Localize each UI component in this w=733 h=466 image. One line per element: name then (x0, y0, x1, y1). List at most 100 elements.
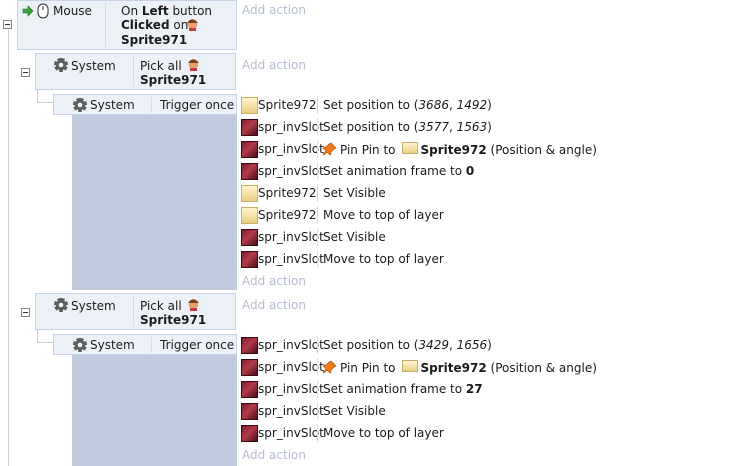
group2-condition-block[interactable]: System Pick all Sprite971 (35, 293, 236, 330)
action-text: Move to top of layer (323, 426, 444, 440)
action-x-value: 3686 (418, 98, 449, 112)
spr-invslot-icon (241, 403, 258, 420)
gear-icon (73, 98, 87, 112)
group1-sub-separator (151, 97, 152, 113)
action-x-value: 3429 (418, 338, 449, 352)
action-text: Set position to ( (323, 338, 419, 352)
action-separator (317, 358, 318, 376)
action-text: Set Visible (323, 404, 386, 418)
action-row[interactable]: spr_invSlot Move to top of layer (238, 248, 733, 270)
sprite972-icon (401, 142, 418, 154)
group1-separator (133, 56, 134, 87)
action-target: Sprite972 (420, 361, 487, 375)
action-text: ) (487, 338, 492, 352)
event1-left-text: Left (141, 4, 169, 18)
gear-icon (73, 338, 87, 352)
group2-sub-separator (151, 337, 152, 353)
action-row[interactable]: Sprite972 Set position to (3686, 1492) (238, 94, 733, 116)
spr-invslot-icon (241, 163, 258, 180)
action-description: Pin Pin to Sprite972 (Position & angle) (322, 360, 597, 375)
group2-target-name: Sprite971 (140, 313, 207, 327)
action-row[interactable]: Sprite972 Move to top of layer (238, 204, 733, 226)
spr-invslot-icon (241, 229, 258, 246)
action-separator (317, 424, 318, 442)
event1-object-name: Mouse (53, 4, 92, 18)
action-row[interactable]: spr_invSlot Pin Pin to Sprite972 (Position… (238, 138, 733, 160)
action-text: Set Visible (323, 230, 386, 244)
collapse-toggle-group2[interactable] (21, 308, 30, 317)
group2-sub-condition-text: Trigger once (160, 338, 235, 352)
tree-line (37, 90, 38, 102)
action-row[interactable]: spr_invSlot Set Visible (238, 226, 733, 248)
group1-sub-add-action[interactable]: Add action (242, 274, 306, 288)
event1-condition-block[interactable]: Mouse On Left button Clicked on Sprite97… (17, 0, 237, 50)
action-object-name: spr_invSlot (258, 338, 324, 352)
action-text: Move to top of layer (323, 208, 444, 222)
event1-on-text: On (121, 4, 142, 18)
group1-sub-condition-text: Trigger once (160, 98, 235, 112)
event1-clicked-line: Clicked on (121, 18, 188, 32)
action-row[interactable]: spr_invSlot Set animation frame to 0 (238, 160, 733, 182)
action-text: Set position to ( (323, 98, 419, 112)
spr-invslot-icon (241, 425, 258, 442)
group2-object-name: System (71, 299, 116, 313)
sprite971-icon (186, 297, 201, 312)
tree-line (8, 30, 9, 466)
group2-sub-condition-block[interactable]: System Trigger once (53, 334, 237, 355)
group2-condition-text: Pick all (140, 299, 182, 313)
sprite971-icon (185, 17, 200, 32)
group1-add-action[interactable]: Add action (242, 58, 306, 72)
action-row[interactable]: spr_invSlot Set Visible (238, 400, 733, 422)
action-separator (317, 118, 318, 136)
action-description: Set Visible (323, 186, 386, 200)
action-object-name: spr_invSlot (258, 164, 324, 178)
action-text: (Position & angle) (490, 143, 597, 157)
group1-condition-block[interactable]: System Pick all Sprite971 (35, 53, 236, 90)
action-separator (317, 336, 318, 354)
action-text: ) (487, 120, 492, 134)
group1-condition-text: Pick all (140, 59, 182, 73)
action-text: (Position & angle) (490, 361, 597, 375)
collapse-toggle-group1[interactable] (21, 68, 30, 77)
sprite972-icon (401, 360, 418, 372)
event1-target-name: Sprite971 (121, 33, 188, 47)
action-row[interactable]: spr_invSlot Move to top of layer (238, 422, 733, 444)
action-text: Set animation frame to (323, 382, 466, 396)
action-description: Set position to (3686, 1492) (323, 98, 492, 112)
action-separator (317, 228, 318, 246)
group1-sub-condition-area (72, 115, 237, 290)
event1-separator (105, 3, 106, 47)
action-row[interactable]: spr_invSlot Set animation frame to 27 (238, 378, 733, 400)
action-row[interactable]: Sprite972 Set Visible (238, 182, 733, 204)
spr-invslot-icon (241, 119, 258, 136)
collapse-toggle-event1[interactable] (3, 20, 12, 29)
group1-sub-condition-block[interactable]: System Trigger once (53, 94, 237, 115)
gear-icon (54, 298, 68, 312)
pin-icon (322, 360, 337, 374)
action-object-name: Sprite972 (258, 208, 317, 222)
pin-icon (322, 142, 337, 156)
action-separator (317, 380, 318, 398)
action-row[interactable]: spr_invSlot Set position to (3429, 1656) (238, 334, 733, 356)
action-row[interactable]: spr_invSlot Pin Pin to Sprite972 (Position… (238, 356, 733, 378)
action-description: Set Visible (323, 404, 386, 418)
action-description: Move to top of layer (323, 426, 444, 440)
action-description: Set position to (3577, 1563) (323, 120, 492, 134)
action-row[interactable]: spr_invSlot Set position to (3577, 1563) (238, 116, 733, 138)
action-target: Sprite972 (420, 143, 487, 157)
group2-separator (133, 296, 134, 327)
action-text: , (448, 98, 457, 112)
action-separator (317, 250, 318, 268)
event1-button-text: button (168, 4, 213, 18)
action-text: Set animation frame to (323, 164, 466, 178)
action-object-name: spr_invSlot (258, 404, 324, 418)
action-description: Set position to (3429, 1656) (323, 338, 492, 352)
event1-condition-text: On Left button (121, 4, 212, 18)
action-separator (317, 96, 318, 114)
event1-add-action[interactable]: Add action (242, 3, 306, 17)
action-text: , (448, 120, 457, 134)
action-text: , (448, 338, 457, 352)
group2-sub-add-action[interactable]: Add action (242, 448, 306, 462)
tree-line (37, 330, 38, 342)
group2-add-action[interactable]: Add action (242, 298, 306, 312)
